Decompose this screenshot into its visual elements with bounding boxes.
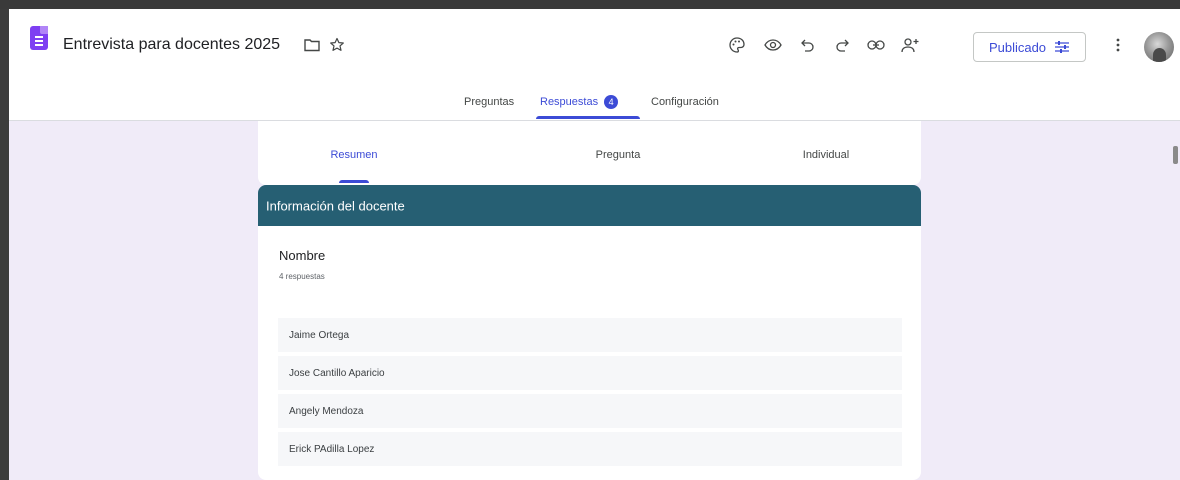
account-avatar[interactable] bbox=[1144, 32, 1174, 62]
redo-icon[interactable] bbox=[830, 33, 854, 57]
form-title[interactable]: Entrevista para docentes 2025 bbox=[63, 36, 280, 54]
browser-top-strip bbox=[0, 0, 1180, 9]
subtab-resumen[interactable]: Resumen bbox=[330, 149, 377, 161]
answer-text: Jose Cantillo Aparicio bbox=[289, 367, 385, 379]
response-count: 4 respuestas bbox=[279, 272, 325, 281]
active-subtab-indicator bbox=[339, 180, 369, 183]
main-tabs: Preguntas Respuestas 4 Configuración bbox=[9, 84, 1180, 120]
link-icon[interactable] bbox=[864, 33, 888, 57]
answer-row: Jaime Ortega bbox=[278, 318, 902, 352]
answer-text: Jaime Ortega bbox=[289, 329, 350, 341]
tab-configuracion[interactable]: Configuración bbox=[651, 84, 719, 120]
tab-respuestas[interactable]: Respuestas 4 bbox=[540, 84, 619, 120]
active-tab-indicator bbox=[536, 116, 640, 119]
subtab-pregunta[interactable]: Pregunta bbox=[596, 149, 641, 161]
answer-row: Erick PAdilla Lopez bbox=[278, 432, 902, 466]
publish-button[interactable]: Publicado bbox=[973, 32, 1086, 62]
app-header: Entrevista para docentes 2025 Publicado bbox=[9, 9, 1180, 121]
section-title: Información del docente bbox=[266, 198, 405, 213]
undo-icon[interactable] bbox=[796, 33, 820, 57]
answer-text: Erick PAdilla Lopez bbox=[289, 443, 375, 455]
answer-text: Angely Mendoza bbox=[289, 405, 364, 417]
sliders-icon bbox=[1054, 40, 1070, 54]
palette-icon[interactable] bbox=[725, 33, 749, 57]
star-icon[interactable] bbox=[327, 35, 347, 55]
eye-icon[interactable] bbox=[761, 33, 785, 57]
forms-app-window: Entrevista para docentes 2025 Publicado bbox=[9, 9, 1180, 480]
tab-label: Configuración bbox=[651, 96, 719, 108]
question-title: Nombre bbox=[279, 248, 326, 263]
scrollbar-thumb[interactable] bbox=[1173, 146, 1178, 164]
subtab-individual[interactable]: Individual bbox=[803, 149, 849, 161]
add-person-icon[interactable] bbox=[898, 33, 922, 57]
google-forms-logo[interactable] bbox=[30, 26, 48, 50]
responses-subtabs: Resumen Pregunta Individual bbox=[258, 121, 921, 185]
section-header: Información del docente bbox=[258, 185, 921, 226]
responses-count-badge: 4 bbox=[604, 95, 619, 109]
tab-preguntas[interactable]: Preguntas bbox=[464, 84, 514, 120]
answer-row: Jose Cantillo Aparicio bbox=[278, 356, 902, 390]
tab-label: Respuestas bbox=[540, 96, 599, 108]
folder-icon[interactable] bbox=[302, 35, 322, 55]
more-vert-icon[interactable] bbox=[1106, 33, 1130, 57]
answer-row: Angely Mendoza bbox=[278, 394, 902, 428]
question-summary-card: Nombre 4 respuestas Jaime Ortega Jose Ca… bbox=[258, 226, 921, 480]
publish-button-label: Publicado bbox=[988, 39, 1047, 55]
tab-label: Preguntas bbox=[464, 96, 515, 108]
